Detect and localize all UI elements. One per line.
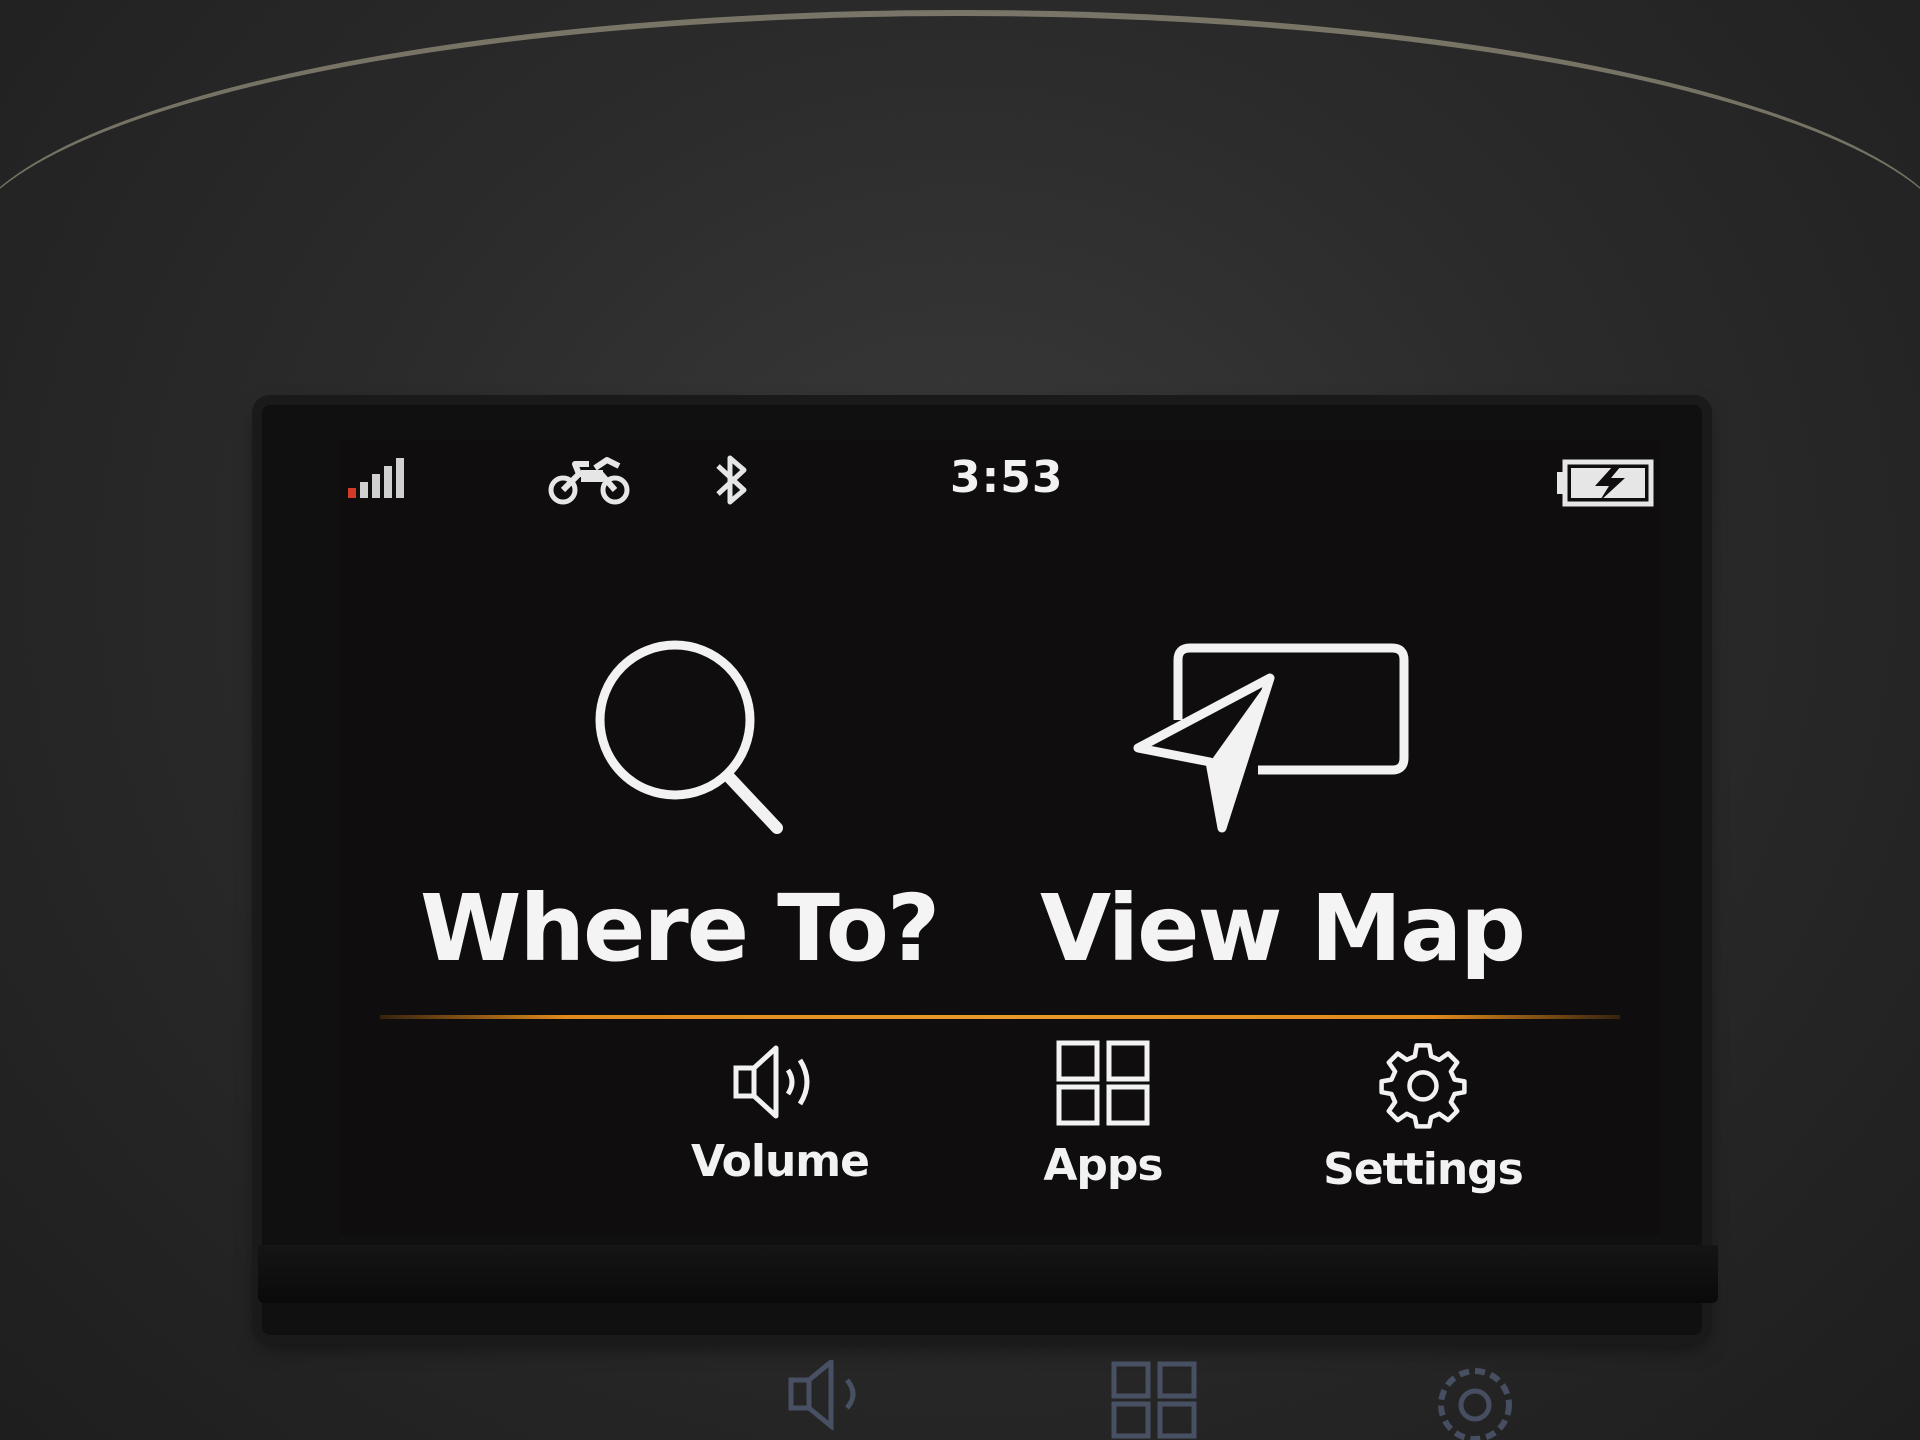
device-bezel-lip	[258, 1245, 1718, 1303]
battery-charging-icon	[1557, 459, 1654, 507]
apps-button[interactable]: Apps	[1003, 1040, 1203, 1210]
apps-reflection-icon	[1111, 1361, 1197, 1439]
where-to-button[interactable]: Where To?	[420, 630, 940, 982]
dash-housing	[0, 10, 1920, 256]
menu-divider	[380, 1015, 1620, 1019]
volume-label: Volume	[691, 1136, 870, 1187]
where-to-label: Where To?	[420, 875, 940, 982]
clock-time: 3:53	[950, 452, 1064, 503]
view-map-label: View Map	[1040, 875, 1526, 982]
gps-screen: 3:53 Where To? View Map Volume Apps Sett…	[340, 440, 1660, 1235]
view-map-button[interactable]: View Map	[1040, 630, 1526, 982]
map-navigation-icon	[1133, 643, 1409, 833]
screen-reflection	[0, 1360, 1920, 1440]
motorcycle-icon	[548, 457, 630, 505]
apps-label: Apps	[1043, 1140, 1163, 1191]
gear-icon	[1379, 1043, 1467, 1129]
volume-button[interactable]: Volume	[680, 1040, 880, 1210]
gear-reflection-icon	[1438, 1368, 1512, 1440]
apps-grid-icon	[1056, 1040, 1150, 1126]
status-bar: 3:53	[340, 440, 1660, 520]
search-icon	[595, 640, 783, 834]
settings-button[interactable]: Settings	[1323, 1040, 1524, 1210]
speaker-reflection-icon	[788, 1360, 856, 1430]
settings-label: Settings	[1323, 1144, 1524, 1195]
speaker-icon	[733, 1045, 810, 1119]
signal-strength-icon	[348, 458, 404, 498]
bluetooth-icon	[716, 455, 747, 505]
